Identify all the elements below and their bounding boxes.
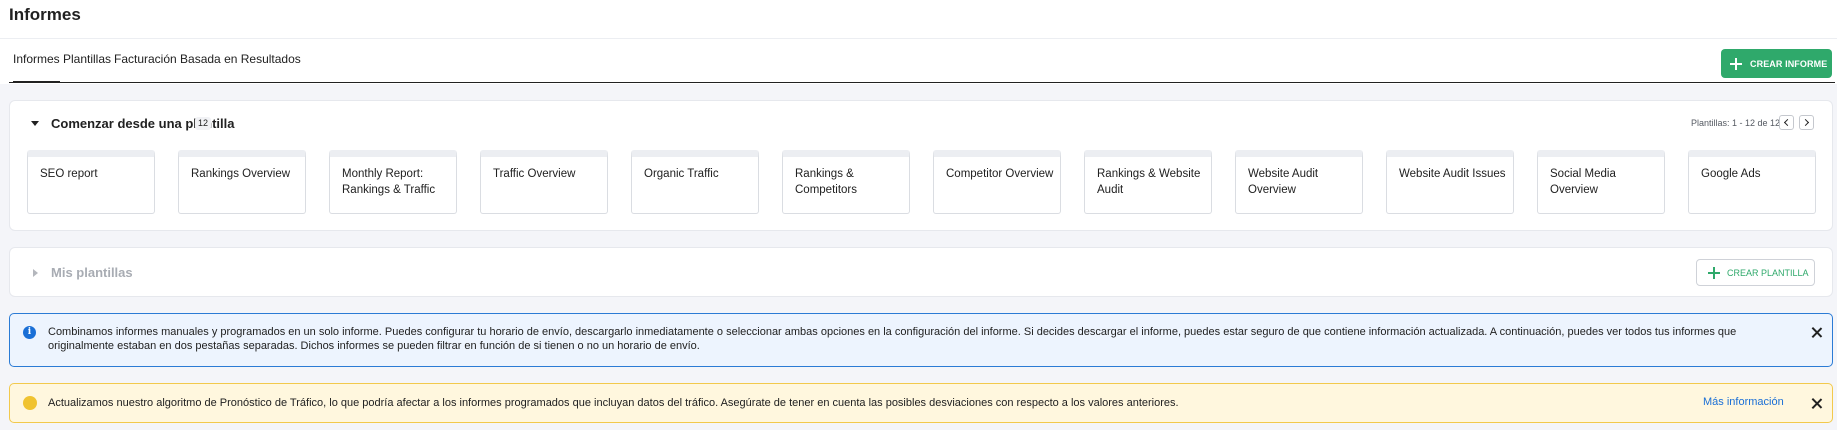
template-card-label: Monthly Report: Rankings & Traffic — [342, 168, 436, 196]
template-card[interactable]: Rankings Overview — [178, 150, 306, 214]
create-report-label: CREAR INFORME — [1750, 58, 1828, 69]
template-card[interactable]: SEO report — [27, 150, 155, 214]
top-bar: Informes Informes Plantillas Facturación… — [0, 0, 1837, 84]
template-card[interactable]: Competitor Overview — [933, 150, 1061, 214]
warning-alert-text: Actualizamos nuestro algoritmo de Pronós… — [48, 397, 1179, 409]
warning-dot-icon — [23, 396, 37, 410]
template-card-label: SEO report — [40, 168, 98, 180]
plus-icon — [1708, 266, 1720, 279]
template-card[interactable]: Monthly Report: Rankings & Traffic — [329, 150, 457, 214]
template-card-label: Organic Traffic — [644, 168, 719, 180]
template-card-label: Rankings Overview — [191, 168, 291, 180]
more-info-link[interactable]: Más información — [1703, 396, 1784, 408]
warning-alert: Actualizamos nuestro algoritmo de Pronós… — [9, 383, 1833, 423]
close-icon[interactable] — [1811, 398, 1822, 409]
templates-count-badge: 12 — [195, 117, 212, 130]
tab-informes[interactable]: Informes — [13, 52, 60, 83]
page-title: Informes — [9, 5, 81, 24]
template-card[interactable]: Rankings & Website Audit — [1084, 150, 1212, 214]
next-page-button[interactable] — [1799, 115, 1814, 130]
template-card-label: Rankings & Website Audit — [1097, 168, 1201, 196]
template-card[interactable]: Website Audit Overview — [1235, 150, 1363, 214]
template-card[interactable]: Rankings & Competitors — [782, 150, 910, 214]
template-card-label: Traffic Overview — [493, 168, 576, 180]
template-card[interactable]: Google Ads — [1688, 150, 1816, 214]
template-card-label: Social Media Overview — [1550, 168, 1616, 196]
create-template-label: CREAR PLANTILLA — [1727, 267, 1809, 278]
info-alert: i Combinamos informes manuales y program… — [9, 313, 1833, 367]
prev-page-button[interactable] — [1779, 115, 1794, 130]
expand-caret-icon[interactable] — [33, 269, 38, 277]
info-icon: i — [23, 326, 36, 339]
template-card-label: Rankings & Competitors — [795, 168, 857, 196]
pagination-label: Plantillas: 1 - 12 de 12 — [1691, 118, 1781, 128]
template-card[interactable]: Traffic Overview — [480, 150, 608, 214]
template-card-label: Google Ads — [1701, 168, 1761, 180]
tab-facturacion[interactable]: Facturación Basada en Resultados — [114, 52, 301, 83]
template-card[interactable]: Social Media Overview — [1537, 150, 1665, 214]
plus-icon — [1730, 57, 1742, 70]
collapse-caret-icon[interactable] — [31, 121, 39, 126]
templates-panel: Comenzar desde una plantilla 12 Plantill… — [9, 100, 1833, 231]
template-card-label: Competitor Overview — [946, 168, 1054, 180]
create-template-button[interactable]: CREAR PLANTILLA — [1696, 259, 1815, 286]
create-report-button[interactable]: CREAR INFORME — [1721, 49, 1832, 78]
template-card[interactable]: Organic Traffic — [631, 150, 759, 214]
template-card[interactable]: Website Audit Issues — [1386, 150, 1514, 214]
tabs-underline — [9, 82, 1835, 83]
template-card-label: Website Audit Overview — [1248, 168, 1319, 196]
header-divider — [0, 38, 1837, 39]
my-templates-title[interactable]: Mis plantillas — [51, 265, 133, 280]
tab-plantillas[interactable]: Plantillas — [63, 52, 111, 83]
my-templates-panel: Mis plantillas CREAR PLANTILLA — [9, 247, 1833, 297]
template-card-label: Website Audit Issues — [1399, 168, 1506, 180]
chevron-right-icon — [1801, 118, 1810, 127]
close-icon[interactable] — [1811, 327, 1822, 338]
info-alert-text: Combinamos informes manuales y programad… — [48, 326, 1737, 352]
chevron-left-icon — [1783, 118, 1792, 127]
